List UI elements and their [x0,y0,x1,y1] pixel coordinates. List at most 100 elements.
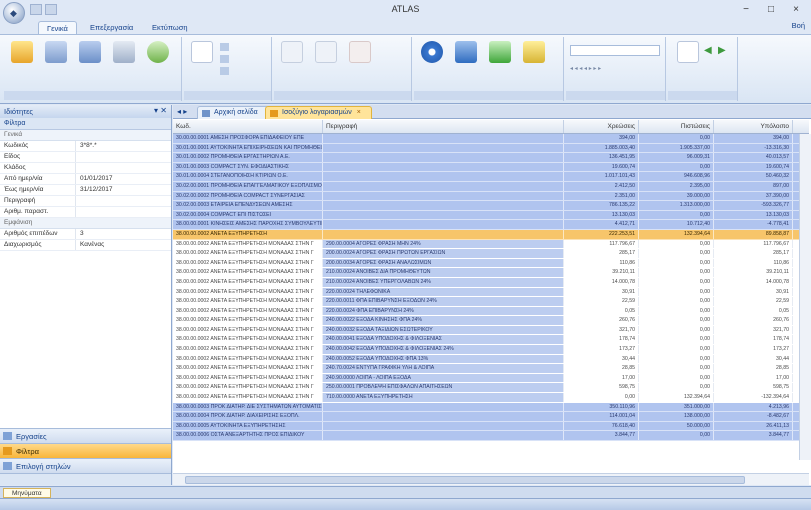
edit-record-button[interactable] [310,41,342,65]
close-tab-icon[interactable]: × [357,109,361,116]
table-row[interactable]: 30.02.00.0004 COMPACT ΕΠΙ ΠΙΣΤΩΣΕΙ 13.130… [173,210,809,221]
table-row[interactable]: 38.00.00.0002 ΑΝΕΤΑ ΕΞΥΠΗΡΕΤΗΣΗ ΜΟΝΑΔΑΣ … [173,258,809,269]
filter-shortcuts[interactable]: ◂ ◂ ◂ ◂ ▸ ▸ ▸ [570,65,601,72]
property-row-separation[interactable]: Διαχωρισμός Κανένας [0,240,171,251]
table-row[interactable]: 38.00.00.0002 ΑΝΕΤΑ ΕΞΥΠΗΡΕΤΗΣΗ ΜΟΝΑΔΑΣ … [173,277,809,288]
table-row-selected[interactable]: 38.00.00.0002 ΑΝΕΤΑ ΕΞΥΠΗΡΕΤΗΣΗ 222.253,5… [173,229,809,240]
back-icon[interactable]: ◀ [704,45,712,56]
home-page-icon [202,110,210,117]
excel-button[interactable] [518,41,550,65]
ribbon-tab-general[interactable]: Γενικά [38,21,77,34]
table-row[interactable]: 38.00.00.0001 ΚΙΝΗΣΕΙΣ ΑΜΕΣΗΣ ΠΑΡΟΧΗΣ ΣΥ… [173,220,809,230]
open-button[interactable] [6,41,38,65]
nav-item-tasks[interactable]: Εργασίες [0,428,171,443]
table-row[interactable]: 38.00.00.0002 ΑΝΕΤΑ ΕΞΥΠΗΡΕΤΗΣΗ ΜΟΝΑΔΑΣ … [173,287,809,298]
table-row[interactable]: 38.00.00.0006 ΟΣΤΑ ΑΝΕΞΑΡΤΗΤΗΣ ΠΡΟΣ ΕΠΙΔ… [173,431,809,441]
messages-tab[interactable]: Μηνύματα [3,488,51,498]
filter-input[interactable] [570,45,660,56]
find-button[interactable] [186,41,218,65]
ribbon-tab-edit[interactable]: Επεξεργασία [82,21,141,34]
ribbon-help-menu[interactable]: Βοή [792,21,805,30]
nav-item-column-chooser[interactable]: Επιλογή στηλών [0,458,171,473]
levels-value[interactable]: 3 [76,229,171,239]
export-button[interactable] [450,41,482,65]
table-row[interactable]: 38.00.00.0002 ΑΝΕΤΑ ΕΞΥΠΗΡΕΤΗΣΗ ΜΟΝΑΔΑΣ … [173,354,809,365]
print-button[interactable] [108,41,140,65]
column-header-credit[interactable]: Πιστώσεις [639,120,714,133]
table-row[interactable]: 38.00.00.0002 ΑΝΕΤΑ ΕΞΥΠΗΡΕΤΗΣΗ ΜΟΝΑΔΑΣ … [173,393,809,403]
date-to-value[interactable]: 31/12/2017 [76,185,171,195]
save-as-button[interactable] [74,41,106,65]
table-row[interactable]: 30.00.00.0001 ΑΜΕΣΗ ΠΡΟΣΦΟΡΑ ΕΠΙΔΑΦΕΙΟΥ … [173,134,809,144]
chart-icon [489,41,511,63]
select-button[interactable] [220,67,231,75]
replace-button[interactable] [220,43,231,51]
save-button[interactable] [40,41,72,65]
table-row[interactable]: 30.02.00.0001 ΠΡΟΜΗΘΕΙΑ ΕΠΑΓΓΕΛΜΑΤΙΚΟΥ Ε… [173,181,809,192]
close-button[interactable]: × [788,3,804,16]
table-row[interactable]: 30.02.00.0003 ΕΤΑΙΡΕΙΑ ΕΠΕΝΔΥΣΕΩΝ ΑΜΕΣΗΣ… [173,201,809,211]
tabs-scroll-icon[interactable]: ◂ ▸ [177,107,187,116]
maximize-button[interactable]: □ [763,3,779,16]
property-row-branch[interactable]: Κλάδος [0,163,171,174]
table-row[interactable]: 38.00.00.0002 ΑΝΕΤΑ ΕΞΥΠΗΡΕΤΗΣΗ ΜΟΝΑΔΑΣ … [173,345,809,355]
cell-description: 240.00.0032 ΕΞΟΔΑ ΤΑΞΙΔΙΩΝ ΕΣΩΤΕΡΙΚΟΥ [323,325,564,335]
doc-tab-home[interactable]: Αρχική σελίδα [197,106,269,119]
column-header-debit[interactable]: Χρεώσεις [564,120,639,133]
table-row[interactable]: 38.00.00.0003 ΠΡΟΚ ΔΙΑΤΗΡ. ΔΙΕ ΣΥΣΤΗΜΑΤΩ… [173,402,809,413]
column-header-balance[interactable]: Υπόλοιπο [714,120,793,133]
property-row-description[interactable]: Περιγραφή [0,196,171,207]
table-row[interactable]: 38.00.00.0002 ΑΝΕΤΑ ΕΞΥΠΗΡΕΤΗΣΗ ΜΟΝΑΔΑΣ … [173,306,809,317]
vertical-scrollbar[interactable] [799,134,811,460]
new-record-button[interactable] [276,41,308,65]
refresh-button[interactable] [142,41,174,65]
table-row[interactable]: 30.02.00.0002 ΠΡΟΜΗΘΕΙΑ COMPACT ΣΥΝΕΡΓΑΣ… [173,191,809,202]
column-header-description[interactable]: Περιγραφή [323,120,564,133]
table-row[interactable]: 30.01.00.0003 COMPACT ΣΥΝ. ΕΦΟΔΙΑΣΤΙΚΗΣ 1… [173,162,809,173]
table-row[interactable]: 30.01.00.0001 ΑΥΤΟΚΙΝΗΤΑ ΕΠΙΧΕΙΡΗΣΕΩΝ ΚΑ… [173,143,809,154]
property-row-code[interactable]: Κωδικός 3*8*.* [0,141,171,152]
property-group-display[interactable]: Εμφάνιση [0,218,171,229]
nav-item-filters[interactable]: Φίλτρα [0,443,171,458]
table-row[interactable]: 30.01.00.0002 ΠΡΟΜΗΘΕΙΑ ΕΡΓΑΣΤΗΡΙΩΝ Α.Ε.… [173,153,809,163]
chart-button[interactable] [484,41,516,65]
table-row[interactable]: 30.01.00.0004 ΣΤΕΓΑΝΟΠΟΙΗΣΗ ΚΤΙΡΙΩΝ Ο.Ε.… [173,172,809,182]
cell-debit: 1.885.003,40 [564,143,639,153]
property-row-document-number[interactable]: Αριθμ. παραστ. [0,207,171,218]
horizontal-scrollbar[interactable] [173,473,809,485]
table-row[interactable]: 38.00.00.0002 ΑΝΕΤΑ ΕΞΥΠΗΡΕΤΗΣΗ ΜΟΝΑΔΑΣ … [173,249,809,259]
table-row[interactable]: 38.00.00.0002 ΑΝΕΤΑ ΕΞΥΠΗΡΕΤΗΣΗ ΜΟΝΑΔΑΣ … [173,383,809,394]
goto-button[interactable] [220,55,231,63]
table-row[interactable]: 38.00.00.0002 ΑΝΕΤΑ ΕΞΥΠΗΡΕΤΗΣΗ ΜΟΝΑΔΑΣ … [173,325,809,336]
code-filter-value[interactable]: 3*8*.* [76,141,171,151]
table-row[interactable]: 38.00.00.0002 ΑΝΕΤΑ ΕΞΥΠΗΡΕΤΗΣΗ ΜΟΝΑΔΑΣ … [173,373,809,384]
property-row-type[interactable]: Είδος [0,152,171,163]
table-row[interactable]: 38.00.00.0002 ΑΝΕΤΑ ΕΞΥΠΗΡΕΤΗΣΗ ΜΟΝΑΔΑΣ … [173,297,809,307]
table-row[interactable]: 38.00.00.0002 ΑΝΕΤΑ ΕΞΥΠΗΡΕΤΗΣΗ ΜΟΝΑΔΑΣ … [173,239,809,250]
doc-tab-trial-balance[interactable]: Ισοζύγιο λογαριασμών × [265,106,372,119]
table-row[interactable]: 38.00.00.0004 ΠΡΟΚ ΔΙΑΤΗΡ. ΔΙΑΧΕΙΡΙΣΗΣ Ε… [173,412,809,422]
property-row-date-to[interactable]: Έως ημερ/νία 31/12/2017 [0,185,171,196]
table-row[interactable]: 38.00.00.0002 ΑΝΕΤΑ ΕΞΥΠΗΡΕΤΗΣΗ ΜΟΝΑΔΑΣ … [173,316,809,326]
delete-record-button[interactable] [344,41,376,65]
cell-credit: 0,00 [639,383,714,393]
run-button[interactable] [416,41,448,65]
property-row-levels[interactable]: Αριθμός επιπέδων 3 [0,229,171,240]
table-row[interactable]: 38.00.00.0002 ΑΝΕΤΑ ΕΞΥΠΗΡΕΤΗΣΗ ΜΟΝΑΔΑΣ … [173,364,809,374]
home-button[interactable] [672,41,704,65]
horizontal-scroll-thumb[interactable] [185,476,745,484]
property-row-date-from[interactable]: Από ημερ/νία 01/01/2017 [0,174,171,185]
separation-value[interactable]: Κανένας [76,240,171,250]
ribbon-tab-print[interactable]: Εκτύπωση [144,21,196,34]
table-row[interactable]: 38.00.00.0005 ΑΥΤΟΚΙΝΗΤΑ ΕΞΥΠΗΡΕΤΗΣΗΣ 76.… [173,421,809,432]
nav-collapse-bar[interactable] [0,473,171,485]
forward-icon[interactable]: ▶ [718,45,726,56]
date-from-value[interactable]: 01/01/2017 [76,174,171,184]
column-header-code[interactable]: Κωδ. [173,120,323,133]
table-row[interactable]: 38.00.00.0002 ΑΝΕΤΑ ΕΞΥΠΗΡΕΤΗΣΗ ΜΟΝΑΔΑΣ … [173,335,809,346]
panel-pin-icon[interactable]: ▾ ✕ [154,106,167,115]
table-row[interactable]: 38.00.00.0002 ΑΝΕΤΑ ΕΞΥΠΗΡΕΤΗΣΗ ΜΟΝΑΔΑΣ … [173,268,809,278]
minimize-button[interactable]: − [738,3,754,16]
property-group-general[interactable]: Γενικά [0,130,171,141]
cell-debit: 136.451,95 [564,153,639,162]
